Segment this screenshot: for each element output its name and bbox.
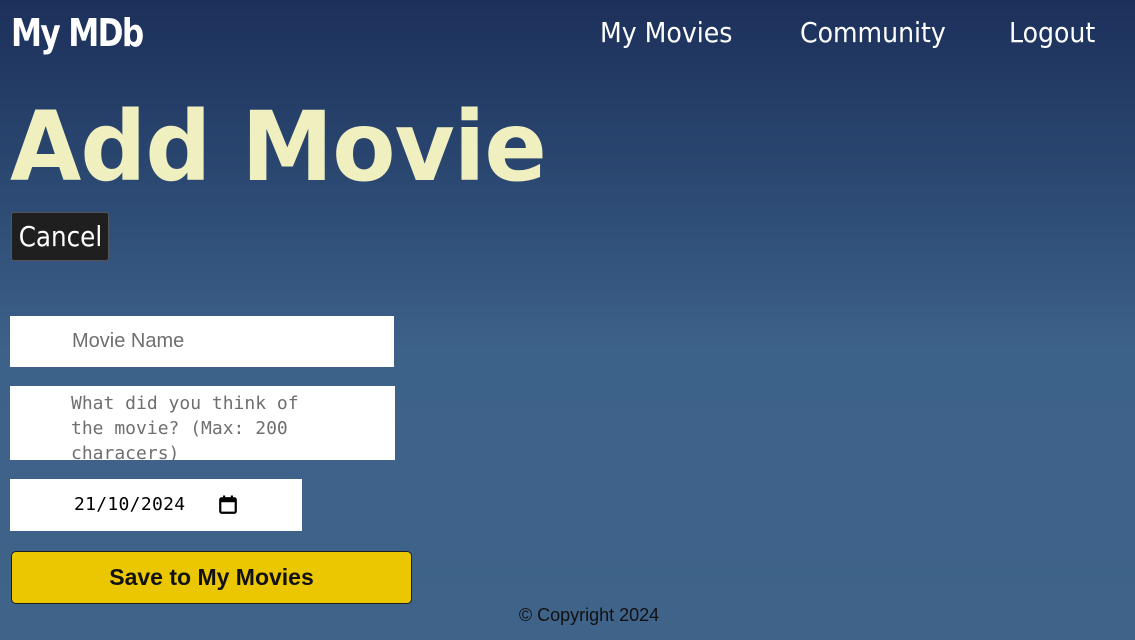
nav-my-movies-link[interactable]: My Movies — [600, 14, 732, 52]
page-title: Add Movie — [10, 91, 547, 203]
site-header: My MDb My Movies Community Logout — [0, 0, 1135, 70]
save-to-my-movies-button[interactable]: Save to My Movies — [11, 551, 412, 604]
nav-community-link[interactable]: Community — [800, 14, 946, 52]
site-logo[interactable]: My MDb — [11, 10, 144, 56]
cancel-button-label: Cancel — [18, 220, 102, 253]
watch-date-input[interactable]: 21/10/2024 — [10, 479, 302, 531]
movie-name-input[interactable] — [10, 316, 394, 367]
review-textarea[interactable] — [10, 386, 395, 460]
copyright-footer: © Copyright 2024 — [518, 605, 660, 625]
date-value: 21/10/2024 — [74, 494, 186, 515]
cancel-button[interactable]: Cancel — [11, 212, 109, 261]
calendar-icon[interactable] — [219, 495, 237, 514]
nav-logout-link[interactable]: Logout — [1009, 14, 1095, 52]
